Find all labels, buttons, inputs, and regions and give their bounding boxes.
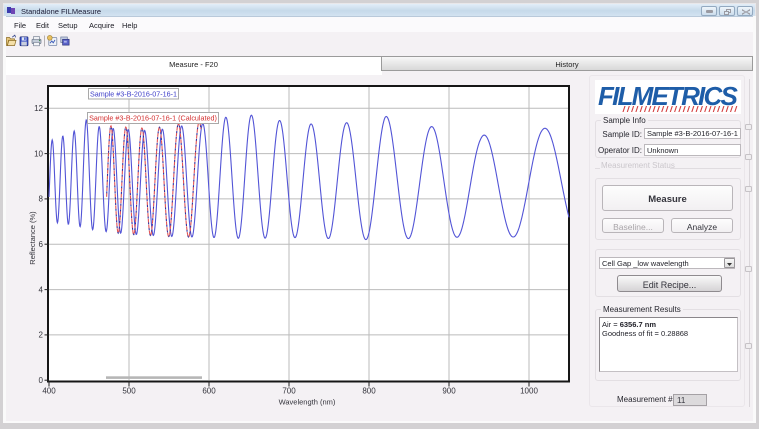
svg-text:900: 900 (442, 387, 456, 396)
svg-text:700: 700 (282, 387, 296, 396)
svg-text:6: 6 (39, 240, 44, 249)
svg-text:8: 8 (39, 195, 44, 204)
svg-text:1000: 1000 (520, 387, 538, 396)
svg-text:Sample #3-B-2016-07-16-1 (Calc: Sample #3-B-2016-07-16-1 (Calculated) (89, 114, 217, 123)
svg-text:4: 4 (39, 285, 44, 294)
svg-text:2: 2 (39, 331, 44, 340)
svg-text:Sample #3-B-2016-07-16-1: Sample #3-B-2016-07-16-1 (90, 89, 177, 98)
svg-text:Wavelength (nm): Wavelength (nm) (279, 398, 336, 407)
svg-text:500: 500 (122, 387, 136, 396)
svg-text:10: 10 (34, 149, 43, 158)
svg-text:0: 0 (39, 376, 44, 385)
svg-text:400: 400 (42, 387, 56, 396)
svg-text:600: 600 (202, 387, 216, 396)
svg-text:12: 12 (34, 104, 43, 113)
svg-text:800: 800 (362, 387, 376, 396)
svg-text:Reflectance (%): Reflectance (%) (28, 211, 37, 265)
